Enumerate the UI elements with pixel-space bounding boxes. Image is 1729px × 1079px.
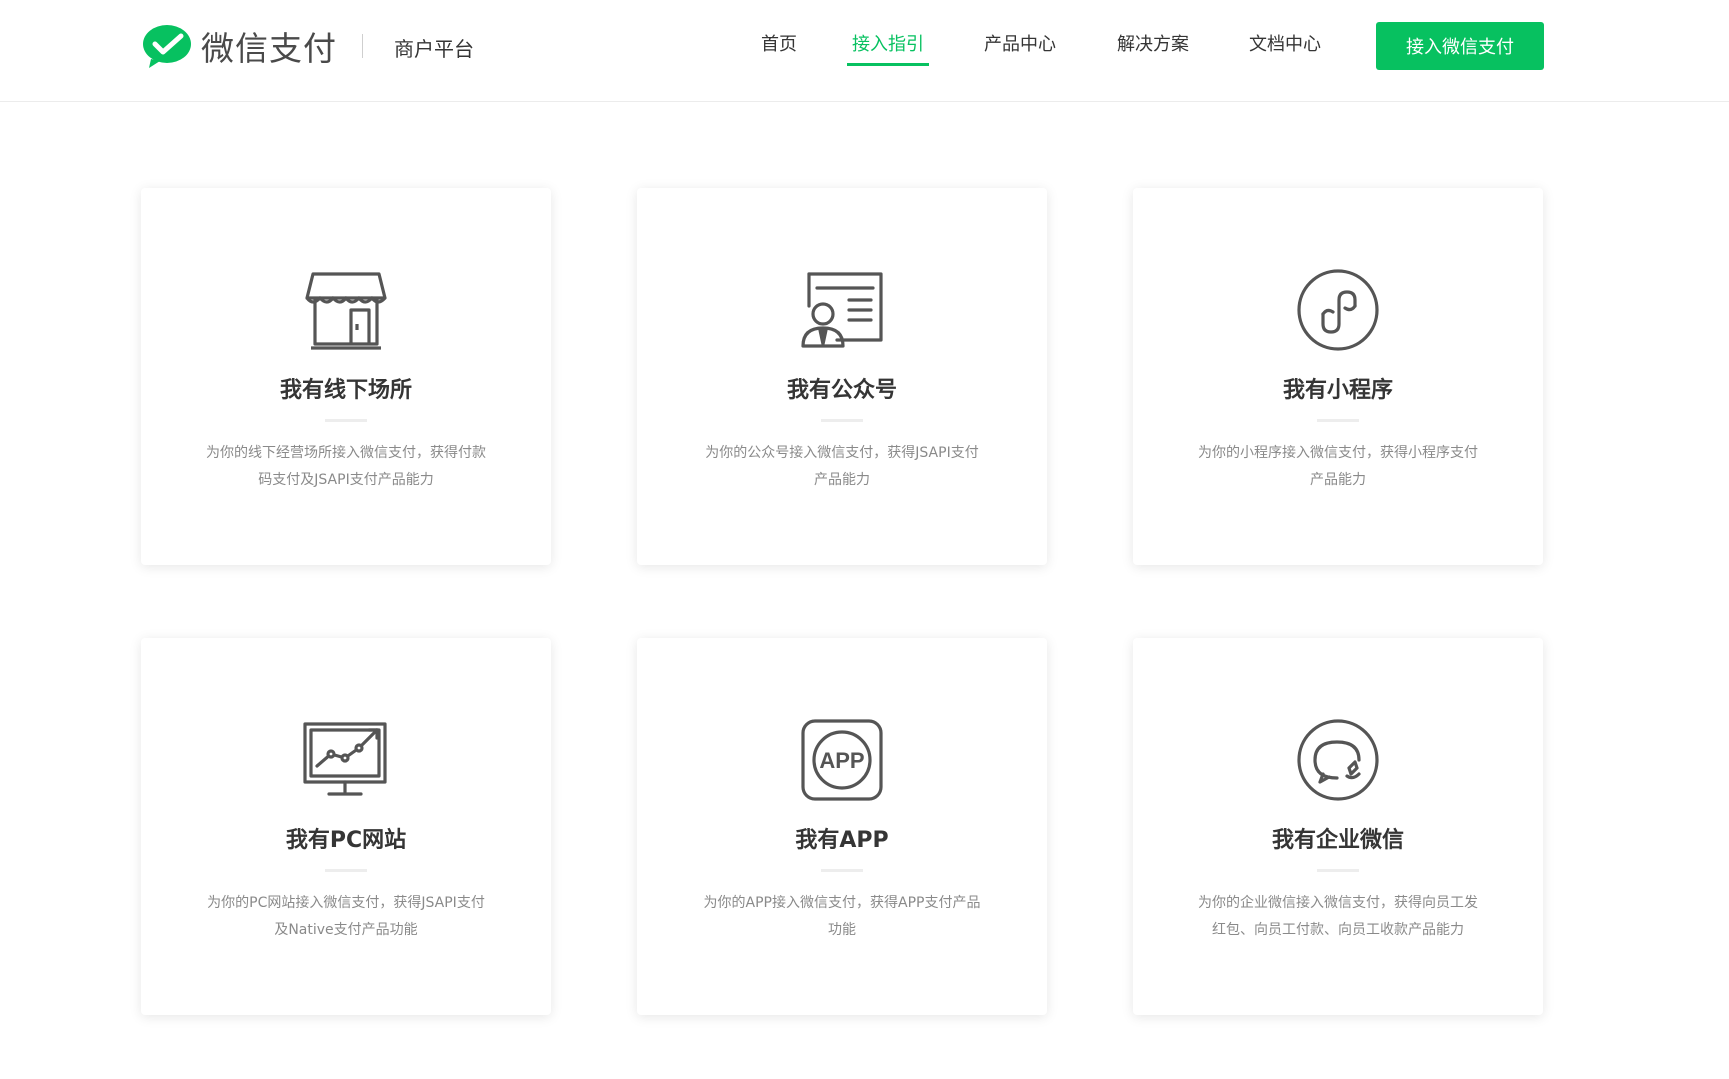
nav-item-solutions[interactable]: 解决方案 — [1117, 30, 1189, 56]
card-wecom[interactable]: 我有企业微信 为你的企业微信接入微信支付，获得向员工发红包、向员工付款、向员工收… — [1133, 638, 1543, 1015]
official-account-icon — [797, 268, 887, 352]
card-separator — [821, 419, 863, 422]
wechat-pay-logo-icon — [143, 25, 191, 68]
access-wechat-pay-button[interactable]: 接入微信支付 — [1376, 22, 1544, 70]
storefront-icon — [301, 268, 391, 352]
nav-item-products[interactable]: 产品中心 — [984, 30, 1056, 56]
mini-program-icon — [1293, 268, 1383, 352]
active-tab-indicator — [847, 63, 929, 66]
card-app[interactable]: APP 我有APP 为你的APP接入微信支付，获得APP支付产品功能 — [637, 638, 1047, 1015]
app-icon: APP — [797, 718, 887, 802]
card-description: 为你的APP接入微信支付，获得APP支付产品功能 — [703, 895, 981, 938]
svg-text:APP: APP — [819, 748, 864, 773]
pc-website-icon — [301, 718, 391, 802]
card-separator — [1317, 419, 1359, 422]
card-description: 为你的PC网站接入微信支付，获得JSAPI支付及Native支付产品功能 — [207, 895, 485, 938]
card-title: 我有小程序 — [1282, 378, 1393, 403]
nav-item-home[interactable]: 首页 — [761, 30, 797, 56]
card-title: 我有公众号 — [786, 378, 897, 403]
card-mini-program[interactable]: 我有小程序 为你的小程序接入微信支付，获得小程序支付产品能力 — [1133, 188, 1543, 565]
card-title: 我有APP — [795, 828, 889, 853]
card-official-account[interactable]: 我有公众号 为你的公众号接入微信支付，获得JSAPI支付产品能力 — [637, 188, 1047, 565]
card-description: 为你的企业微信接入微信支付，获得向员工发红包、向员工付款、向员工收款产品能力 — [1198, 895, 1478, 938]
nav-item-access-guide[interactable]: 接入指引 — [852, 30, 924, 56]
brand-name: 微信支付 — [201, 29, 337, 68]
card-title: 我有线下场所 — [279, 378, 412, 403]
card-offline-store[interactable]: 我有线下场所 为你的线下经营场所接入微信支付，获得付款码支付及JSAPI支付产品… — [141, 188, 551, 565]
brand-subtitle: 商户平台 — [394, 37, 474, 61]
page: 微信支付 商户平台 首页 接入指引 产品中心 解决方案 文档中心 接入微信支付 — [0, 0, 1729, 1079]
card-separator — [821, 869, 863, 872]
card-title: 我有企业微信 — [1271, 828, 1404, 853]
card-description: 为你的公众号接入微信支付，获得JSAPI支付产品能力 — [705, 445, 979, 488]
card-title: 我有PC网站 — [285, 828, 407, 853]
card-description: 为你的小程序接入微信支付，获得小程序支付产品能力 — [1198, 445, 1478, 488]
card-pc-website[interactable]: 我有PC网站 为你的PC网站接入微信支付，获得JSAPI支付及Native支付产… — [141, 638, 551, 1015]
card-description: 为你的线下经营场所接入微信支付，获得付款码支付及JSAPI支付产品能力 — [206, 445, 486, 488]
card-separator — [325, 419, 367, 422]
brand-divider — [362, 34, 363, 58]
nav-item-docs[interactable]: 文档中心 — [1249, 30, 1321, 56]
card-separator — [325, 869, 367, 872]
top-header: 微信支付 商户平台 首页 接入指引 产品中心 解决方案 文档中心 接入微信支付 — [0, 0, 1729, 102]
wecom-icon — [1293, 718, 1383, 802]
brand-logo-link[interactable]: 微信支付 — [141, 22, 337, 70]
card-separator — [1317, 869, 1359, 872]
